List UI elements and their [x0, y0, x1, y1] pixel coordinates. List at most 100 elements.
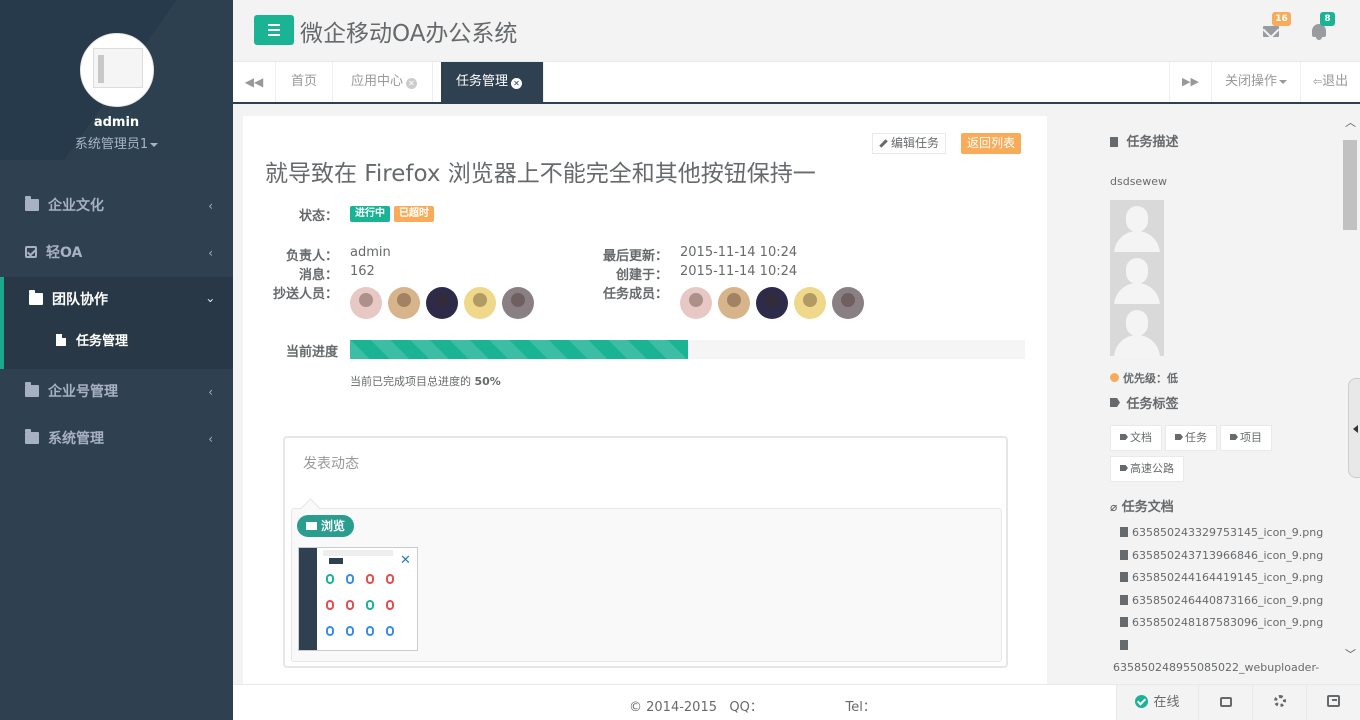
file-item[interactable]	[1110, 635, 1340, 658]
file-icon	[1120, 527, 1128, 537]
tab-home[interactable]: 首页	[276, 62, 334, 102]
avatar[interactable]	[426, 287, 458, 319]
check-circle-icon	[1135, 695, 1149, 708]
online-status-button[interactable]: 在线	[1116, 685, 1198, 720]
sidebar-item-culture[interactable]: 企业文化 ‹	[0, 183, 233, 230]
browse-label: 浏览	[321, 519, 346, 533]
file-item[interactable]: 635850244164419145_icon_9.png	[1110, 567, 1340, 590]
top-header: 微企移动OA办公系统 16 8	[233, 0, 1360, 62]
file-name: 635850248187583096_icon_9.png	[1132, 616, 1324, 629]
task-documents-heading: ⌀ 任务文档	[1110, 496, 1340, 515]
back-to-list-button[interactable]: 返回列表	[961, 133, 1022, 154]
avatar[interactable]	[350, 287, 382, 319]
file-icon	[1120, 549, 1128, 560]
tag-label: 项目	[1240, 431, 1262, 444]
sidebar-item-team[interactable]: 团队协作 ‹	[0, 277, 233, 324]
folder-open-icon	[29, 290, 43, 305]
file-item[interactable]: 635850248955085022_webuploader-0.1.5.z	[1110, 657, 1340, 684]
copyright: © 2014-2015 QQ： Tel：	[629, 700, 876, 715]
sidebar-item-system[interactable]: 系统管理 ‹	[0, 416, 233, 463]
logout-button[interactable]: ⇦退出	[1300, 62, 1360, 102]
main-content: 编辑任务 返回列表 就导致在 Firefox 浏览器上不能完全和其他按钮保持一 …	[233, 104, 1360, 684]
status-label: 状态：	[298, 209, 338, 224]
close-operations-dropdown[interactable]: 关闭操作	[1211, 62, 1300, 102]
sidebar-subitem-task-management[interactable]: 任务管理	[0, 324, 233, 369]
exit-button[interactable]	[1306, 685, 1360, 720]
notify-badge: 8	[1320, 12, 1335, 26]
scroll-thumb[interactable]	[1343, 140, 1357, 230]
mail-icon[interactable]: 16	[1260, 12, 1291, 42]
avatar[interactable]	[718, 287, 750, 319]
tab-label: 应用中心	[351, 74, 404, 89]
tab-task-management[interactable]: 任务管理 ✕	[441, 62, 544, 102]
tag-doc[interactable]: 文档	[1110, 425, 1162, 451]
heading-label: 任务文档	[1121, 500, 1174, 515]
cc-label: 抄送人员：	[272, 287, 338, 302]
settings-button[interactable]	[1252, 685, 1306, 720]
pencil-icon	[879, 139, 888, 148]
sidebar-item-label: 团队协作	[52, 292, 108, 308]
app-title: 微企移动OA办公系统	[300, 21, 518, 47]
sidebar-item-enterprise-account[interactable]: 企业号管理 ‹	[0, 369, 233, 416]
file-icon	[1120, 617, 1128, 627]
avatar[interactable]	[756, 287, 788, 319]
created-label: 创建于：	[615, 268, 668, 283]
scroll-down-icon[interactable]: ﹀	[1345, 646, 1356, 662]
user-role-label: 系统管理员1	[74, 137, 149, 152]
avatar[interactable]	[388, 287, 420, 319]
collapse-panel-handle[interactable]	[1348, 378, 1360, 478]
progress-fill	[350, 340, 688, 359]
user-placeholder-icon	[1110, 252, 1164, 304]
sidebar-item-label: 系统管理	[48, 431, 104, 447]
close-tab-icon[interactable]: ✕	[406, 78, 418, 89]
avatar[interactable]	[832, 287, 864, 319]
tag-highway[interactable]: 高速公路	[1110, 456, 1184, 482]
post-update-box[interactable]: 发表动态 浏览 ✕	[283, 436, 1008, 668]
file-item[interactable]: 635850243329753145_icon_9.png	[1110, 522, 1340, 545]
tag-label: 文档	[1130, 431, 1152, 444]
tag-icon	[1120, 434, 1128, 440]
avatar[interactable]	[79, 33, 154, 107]
sidebar: admin 系统管理员1 企业文化 ‹ 轻OA ‹ 团队协作 ‹ 任务管理 企业号管理…	[0, 0, 233, 720]
menu-toggle-button[interactable]	[254, 15, 294, 45]
file-item[interactable]: 635850246440873166_icon_9.png	[1110, 590, 1340, 613]
bell-icon[interactable]: 8	[1308, 12, 1335, 42]
tag-icon	[1110, 398, 1120, 407]
browse-button[interactable]: 浏览	[297, 515, 355, 537]
user-placeholder-icon	[1110, 304, 1164, 356]
avatar[interactable]	[464, 287, 496, 319]
scroll-tabs-right-icon[interactable]: ▶▶	[1169, 62, 1211, 102]
members-label: 任务成员：	[602, 287, 668, 302]
file-icon	[1120, 639, 1128, 650]
close-tab-icon[interactable]: ✕	[511, 78, 523, 89]
heading-label: 任务标签	[1126, 397, 1179, 412]
sidebar-item-light-oa[interactable]: 轻OA ‹	[0, 230, 233, 277]
heading-label: 任务描述	[1126, 135, 1179, 150]
file-item[interactable]: 635850248187583096_icon_9.png	[1110, 612, 1340, 635]
mail-badge: 16	[1272, 12, 1291, 26]
avatar[interactable]	[794, 287, 826, 319]
edit-task-button[interactable]: 编辑任务	[872, 133, 947, 154]
tag-label: 任务	[1185, 431, 1207, 444]
message-value: 162	[350, 264, 375, 279]
avatar[interactable]	[502, 287, 534, 319]
user-role-dropdown[interactable]: 系统管理员1	[0, 133, 233, 152]
file-icon	[1120, 572, 1128, 582]
tag-task[interactable]: 任务	[1165, 425, 1217, 451]
owner-value: admin	[350, 245, 391, 260]
sidebar-item-label: 企业文化	[48, 198, 104, 214]
chevron-left-icon: ‹	[208, 432, 213, 446]
file-icon	[1120, 594, 1128, 605]
chat-button[interactable]	[1198, 685, 1252, 720]
scroll-tabs-left-icon[interactable]: ◀◀	[233, 62, 276, 102]
scroll-up-icon[interactable]: ︿	[1345, 114, 1356, 130]
folder-icon	[25, 429, 39, 444]
tag-project[interactable]: 项目	[1220, 425, 1272, 451]
tab-app-center[interactable]: 应用中心 ✕	[336, 62, 434, 102]
paperclip-icon: ⌀	[1110, 500, 1118, 514]
file-item[interactable]: 635850243713966846_icon_9.png	[1110, 545, 1340, 568]
remove-image-icon[interactable]: ✕	[400, 553, 411, 568]
avatar[interactable]	[680, 287, 712, 319]
updated-value: 2015-11-14 10:24	[680, 245, 798, 260]
folder-open-icon	[306, 522, 317, 530]
